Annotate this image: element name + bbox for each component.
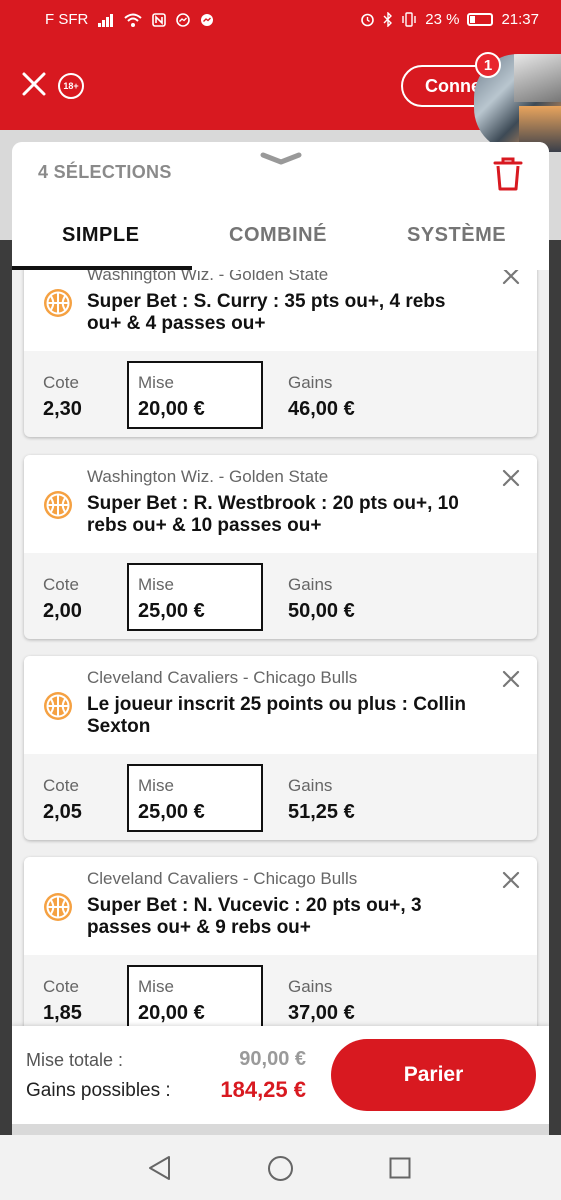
total-stake-label: Mise totale : xyxy=(26,1050,124,1070)
remove-selection-icon[interactable] xyxy=(502,670,520,688)
gains-value: 50,00 € xyxy=(288,600,355,622)
basketball-icon xyxy=(44,491,72,519)
basketball-icon xyxy=(44,692,72,720)
remove-selection-icon[interactable] xyxy=(502,270,520,285)
gains-label: Gains xyxy=(288,373,333,392)
stake-input[interactable]: Mise 20,00 € xyxy=(127,965,263,1026)
potential-gains-value: 184,25 € xyxy=(220,1077,306,1102)
stake-value: 25,00 € xyxy=(138,600,205,622)
stake-value: 20,00 € xyxy=(138,1002,205,1024)
chevron-down-icon[interactable] xyxy=(260,152,302,166)
stake-value: 20,00 € xyxy=(138,398,205,420)
match-name: Washington Wiz. - Golden State xyxy=(87,270,329,284)
recent-apps-icon[interactable] xyxy=(389,1157,411,1179)
system-nav-bar xyxy=(0,1135,561,1200)
remove-selection-icon[interactable] xyxy=(502,469,520,487)
bet-type-tabs: SIMPLE COMBINÉ SYSTÈME xyxy=(12,212,549,270)
gains-label: Gains xyxy=(288,977,333,996)
match-name: Washington Wiz. - Golden State xyxy=(87,467,329,486)
selection-count: 4 SÉLECTIONS xyxy=(38,162,172,182)
bet-card: Washington Wiz. - Golden State Super Bet… xyxy=(24,455,537,639)
odds-value: 1,85 xyxy=(43,1002,82,1024)
gains-label: Gains xyxy=(288,575,333,594)
gains-value: 46,00 € xyxy=(288,398,355,420)
odds-value: 2,30 xyxy=(43,398,82,420)
bet-card: Cleveland Cavaliers - Chicago Bulls Supe… xyxy=(24,857,537,1026)
tab-systeme[interactable]: SYSTÈME xyxy=(407,224,506,247)
carrier-name: F SFR xyxy=(45,11,89,28)
stake-input[interactable]: Mise 25,00 € xyxy=(127,764,263,832)
tab-simple[interactable]: SIMPLE xyxy=(62,224,139,247)
notification-badge: 1 xyxy=(475,52,501,78)
basketball-icon xyxy=(44,893,72,921)
bet-selection: Super Bet : N. Vucevic : 20 pts ou+, 3 p… xyxy=(87,895,422,938)
bet-slip-header: 4 SÉLECTIONS SIMPLE COMBINÉ SYSTÈME xyxy=(12,142,549,270)
match-name: Cleveland Cavaliers - Chicago Bulls xyxy=(87,869,358,888)
messenger-icon xyxy=(176,12,191,27)
basketball-icon xyxy=(44,289,72,317)
messenger-icon-2 xyxy=(201,13,214,26)
odds-value: 2,00 xyxy=(43,600,82,622)
stake-input[interactable]: Mise 20,00 € xyxy=(127,361,263,429)
bet-slip-footer: Mise totale : 90,00 € Gains possibles : … xyxy=(12,1026,549,1124)
stake-label: Mise xyxy=(138,575,174,594)
odds-value: 2,05 xyxy=(43,801,82,823)
bluetooth-icon xyxy=(383,12,393,27)
back-icon[interactable] xyxy=(146,1154,174,1182)
age-restriction-badge: 18+ xyxy=(58,73,84,99)
bet-selection: Super Bet : S. Curry : 35 pts ou+, 4 reb… xyxy=(87,291,446,334)
selections-list[interactable]: Washington Wiz. - Golden State Super Bet… xyxy=(12,270,549,1026)
bet-card: Cleveland Cavaliers - Chicago Bulls Le j… xyxy=(24,656,537,840)
remove-selection-icon[interactable] xyxy=(502,871,520,889)
stake-label: Mise xyxy=(138,776,174,795)
gains-label: Gains xyxy=(288,776,333,795)
stake-label: Mise xyxy=(138,977,174,996)
tab-combine[interactable]: COMBINÉ xyxy=(229,224,327,247)
bet-slip-sheet: 4 SÉLECTIONS SIMPLE COMBINÉ SYSTÈME Wash… xyxy=(12,142,549,1124)
odds-label: Cote xyxy=(43,373,79,392)
battery-percent: 23 % xyxy=(425,11,460,28)
backdrop-right xyxy=(549,240,561,1135)
battery-icon xyxy=(467,13,494,26)
stake-label: Mise xyxy=(138,373,174,392)
potential-gains-label: Gains possibles : xyxy=(26,1080,171,1101)
odds-label: Cote xyxy=(43,575,79,594)
odds-label: Cote xyxy=(43,977,79,996)
bet-selection: Le joueur inscrit 25 points ou plus : Co… xyxy=(87,694,466,737)
bet-selection: Super Bet : R. Westbrook : 20 pts ou+, 1… xyxy=(87,493,459,536)
trash-icon[interactable] xyxy=(492,156,524,192)
odds-label: Cote xyxy=(43,776,79,795)
bet-card: Washington Wiz. - Golden State Super Bet… xyxy=(24,270,537,437)
vibrate-icon xyxy=(402,12,416,27)
stake-input[interactable]: Mise 25,00 € xyxy=(127,563,263,631)
total-stake-value: 90,00 € xyxy=(239,1048,306,1070)
wifi-icon xyxy=(124,13,143,27)
backdrop-left xyxy=(0,240,12,1135)
nfc-icon xyxy=(152,12,167,27)
clock: 21:37 xyxy=(501,11,539,28)
alarm-icon xyxy=(361,13,375,27)
signal-icon xyxy=(98,13,114,27)
close-icon[interactable] xyxy=(20,70,48,98)
gains-value: 37,00 € xyxy=(288,1002,355,1024)
gains-value: 51,25 € xyxy=(288,801,355,823)
place-bet-button[interactable]: Parier xyxy=(331,1039,536,1111)
stake-value: 25,00 € xyxy=(138,801,205,823)
home-icon[interactable] xyxy=(267,1155,294,1182)
status-bar: F SFR 23 % 21:37 xyxy=(0,0,561,40)
match-name: Cleveland Cavaliers - Chicago Bulls xyxy=(87,668,358,687)
